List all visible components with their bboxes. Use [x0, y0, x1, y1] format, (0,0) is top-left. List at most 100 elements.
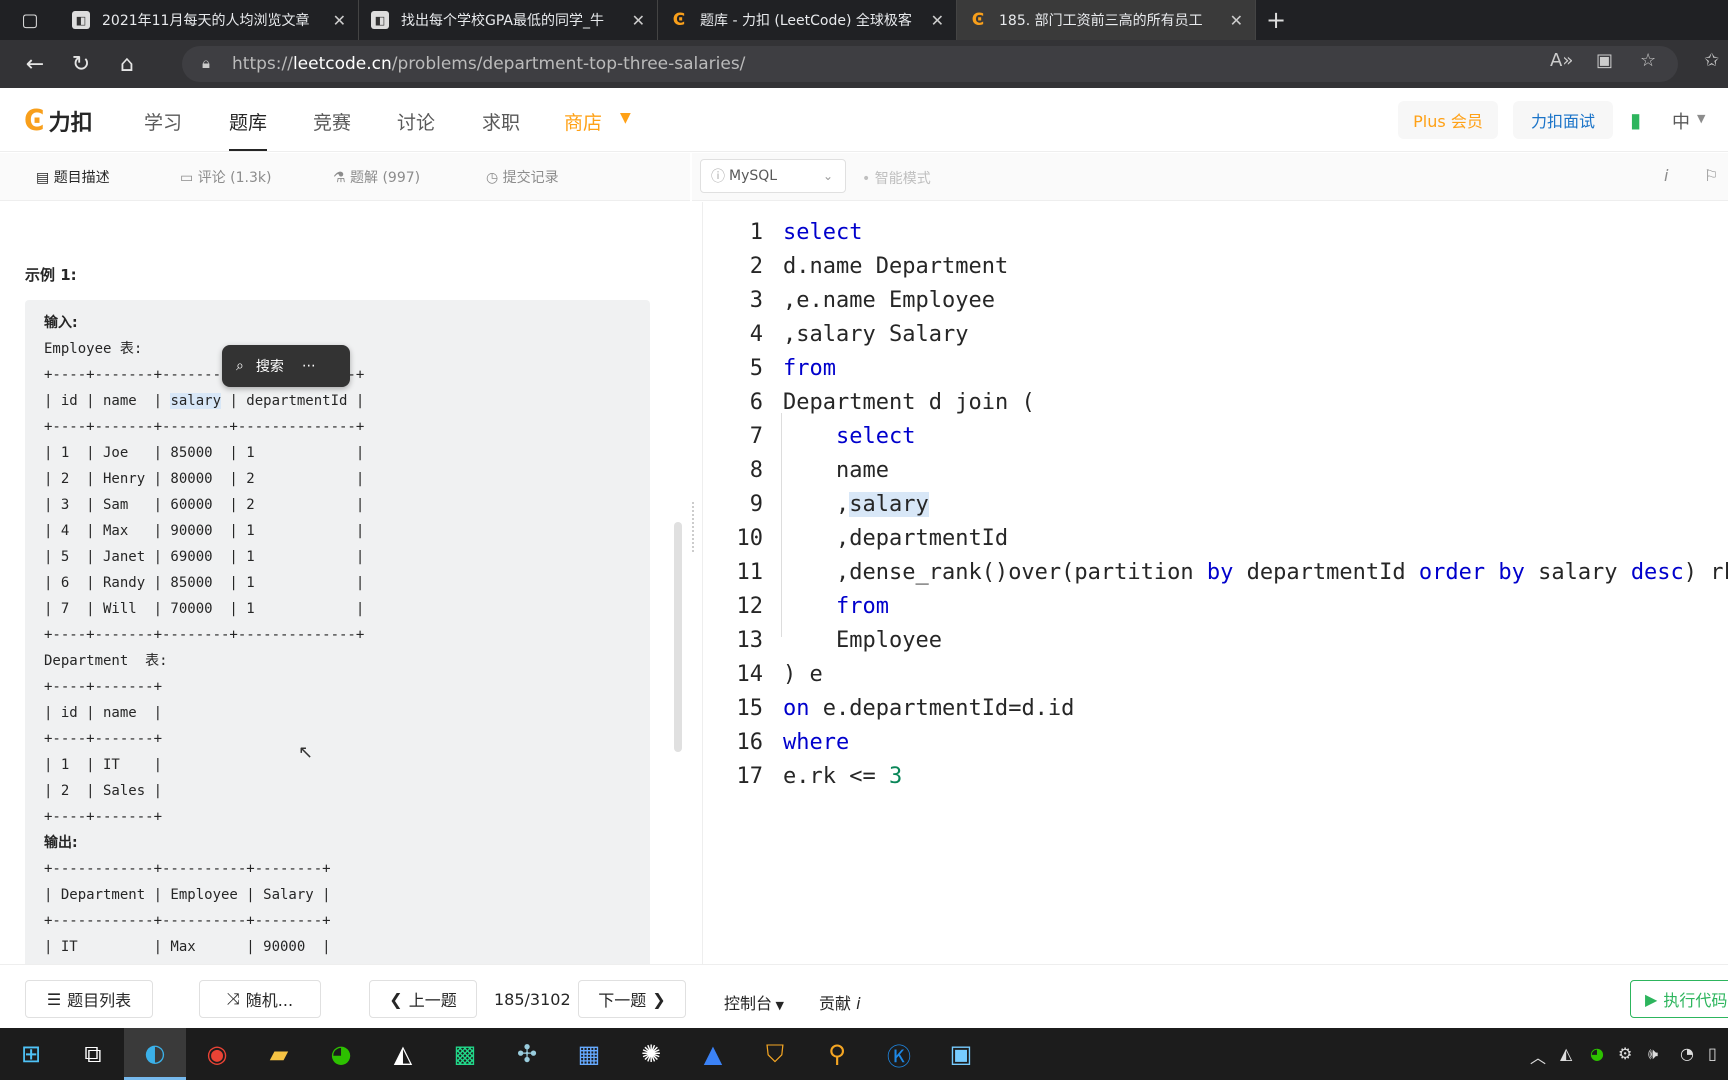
code-line[interactable]: 17 e.rk <= 3 [703, 760, 903, 794]
code-line[interactable]: 10 ,departmentId [703, 522, 1009, 556]
leetcode-logo[interactable]: Ͼ 力扣 [24, 104, 93, 137]
shield-icon[interactable]: ⛉ [744, 1028, 806, 1080]
browser-tab-1[interactable]: ◧ 2021年11月每天的人均浏览文章 ✕ [60, 0, 359, 40]
search-app-icon[interactable]: ⚲ [806, 1028, 868, 1080]
selection-popup[interactable]: ⌕ 搜索 ⋯ [222, 345, 350, 387]
search-icon[interactable]: ⌕ [236, 358, 244, 374]
console-toggle[interactable]: 控制台 ▼ [724, 990, 784, 1014]
run-code-button[interactable]: ▶ 执行代码 [1630, 980, 1728, 1018]
tab-actions-icon[interactable]: ▢ [0, 0, 60, 40]
nav-learn[interactable]: 学习 [144, 108, 182, 135]
split-screen-icon[interactable]: ▣ [1596, 50, 1613, 71]
drag-handle-icon[interactable] [692, 502, 694, 552]
browser-tab-4-active[interactable]: Ͼ 185. 部门工资前三高的所有员工 ✕ [957, 0, 1256, 40]
chrome-icon[interactable]: ◉ [186, 1028, 248, 1080]
tray-app-icon[interactable]: ◭ [1560, 1044, 1572, 1063]
code-line[interactable]: 9 ,salary [703, 488, 929, 522]
problem-list-button[interactable]: ☰ 题目列表 [25, 980, 153, 1018]
code-line[interactable]: 15 on e.departmentId=d.id [703, 692, 1075, 726]
code-line[interactable]: 11 ,dense_rank()over(partition by depart… [703, 556, 1728, 590]
code-line[interactable]: 14) e [703, 658, 823, 692]
code-line[interactable]: 13 Employee [703, 624, 942, 658]
grid-app-icon[interactable]: ▦ [558, 1028, 620, 1080]
next-button[interactable]: 下一题 ❯ [578, 980, 686, 1018]
read-aloud-icon[interactable]: A» [1550, 50, 1573, 71]
close-icon[interactable]: ✕ [632, 11, 645, 30]
nav-problemset[interactable]: 题库 [229, 108, 268, 151]
line-number: 12 [736, 594, 764, 619]
more-icon[interactable]: ⋯ [302, 358, 316, 374]
microphone-icon[interactable]: ▯ [1708, 1044, 1717, 1063]
code-line[interactable]: 1 select [703, 216, 863, 250]
nav-jobs[interactable]: 求职 [482, 108, 520, 135]
caret-down-icon[interactable]: ▼ [1697, 112, 1705, 125]
chevron-up-icon[interactable]: ︿ [1530, 1044, 1546, 1068]
pycharm-icon[interactable]: ▩ [434, 1028, 496, 1080]
browser-tab-2[interactable]: ◧ 找出每个学校GPA最低的同学_牛 ✕ [359, 0, 658, 40]
favorites-icon[interactable]: ✩ [1704, 50, 1719, 71]
nav-store[interactable]: 商店 [564, 108, 602, 135]
close-icon[interactable]: ✕ [1230, 11, 1243, 30]
pane-splitter[interactable] [690, 202, 702, 964]
favorite-add-icon[interactable]: ☆ [1640, 50, 1656, 71]
tab-description[interactable]: ▤ 题目描述 [36, 167, 110, 187]
browser-tab-3[interactable]: Ͼ 题库 - 力扣 (LeetCode) 全球极客 ✕ [658, 0, 957, 40]
back-icon[interactable]: ← [12, 44, 58, 84]
network-icon[interactable]: ◔ [1680, 1044, 1694, 1063]
code-line[interactable]: 8 name [703, 454, 889, 488]
chevron-right-icon: ❯ [652, 989, 666, 1009]
nav-contest[interactable]: 竞赛 [313, 108, 351, 135]
code-editor[interactable]: 1 select 2 d.name Department 3 ,e.name Employ… [702, 202, 1728, 964]
code-line[interactable]: 7 select [703, 420, 916, 454]
app-icon[interactable]: ✺ [620, 1028, 682, 1080]
new-tab-icon[interactable]: + [1256, 0, 1296, 40]
tab-solutions[interactable]: ⚗ 题解 (997) [333, 167, 420, 187]
code-line[interactable]: 4 ,salary Salary [703, 318, 969, 352]
contribute-link[interactable]: 贡献 i [819, 990, 861, 1014]
mountain-app-icon[interactable]: ▲ [682, 1028, 744, 1080]
language-select[interactable]: ⓘ MySQL ⌄ [700, 159, 846, 193]
code-line[interactable]: 6 Department d join ( [703, 386, 1035, 420]
flag-icon[interactable]: ⚐ [1704, 166, 1718, 185]
code-line[interactable]: 2 d.name Department [703, 250, 1008, 284]
search-label[interactable]: 搜索 [256, 356, 284, 376]
interview-button[interactable]: 力扣面试 [1513, 101, 1613, 139]
edge-browser-icon[interactable]: ◐ [124, 1028, 186, 1080]
caret-down-icon[interactable]: ▼ [620, 110, 631, 126]
tableau-icon[interactable]: ✣ [496, 1028, 558, 1080]
info-icon: i [851, 994, 861, 1013]
refresh-icon[interactable]: ↻ [58, 44, 104, 84]
home-icon[interactable]: ⌂ [104, 44, 150, 84]
k-app-icon[interactable]: Ⓚ [868, 1028, 930, 1080]
wechat-icon[interactable]: ◕ [310, 1028, 372, 1080]
nav-discuss[interactable]: 讨论 [397, 108, 435, 135]
code-line[interactable]: 16 where [703, 726, 850, 760]
file-explorer-icon[interactable]: ▰ [248, 1028, 310, 1080]
random-button[interactable]: ⤨ 随机... [199, 980, 321, 1018]
wechat-tray-icon[interactable]: ◕ [1590, 1044, 1604, 1063]
tray-settings-icon[interactable]: ⚙ [1618, 1044, 1632, 1063]
datagrip-icon[interactable]: ▣ [930, 1028, 992, 1080]
code-line[interactable]: 5 from [703, 352, 836, 386]
mobile-app-icon[interactable]: ▮ [1630, 108, 1641, 132]
language-switch[interactable]: 中 [1672, 108, 1690, 134]
plus-member-button[interactable]: Plus 会员 [1398, 101, 1498, 139]
tab-comments[interactable]: ▭ 评论 (1.3k) [180, 167, 271, 187]
windows-start-icon[interactable]: ⊞ [0, 1028, 62, 1080]
code-line[interactable]: 3 ,e.name Employee [703, 284, 995, 318]
close-icon[interactable]: ✕ [333, 11, 346, 30]
mouse-cursor-icon: ↖ [298, 742, 314, 763]
smart-mode-toggle[interactable]: • 智能模式 [862, 168, 931, 188]
task-view-icon[interactable]: ⧉ [62, 1028, 124, 1080]
tab-title: 题库 - 力扣 (LeetCode) 全球极客 [700, 13, 912, 29]
example-line: +----+-------+ [44, 731, 163, 747]
url-field[interactable]: 🔒︎ https://leetcode.cn/problems/departme… [182, 46, 1678, 82]
tab-submissions[interactable]: ◷ 提交记录 [486, 167, 559, 187]
volume-icon[interactable]: 🕪︎ [1648, 1044, 1658, 1064]
scrollbar-thumb[interactable] [674, 522, 682, 752]
code-line[interactable]: 12 from [703, 590, 889, 624]
qq-icon[interactable]: ◭ [372, 1028, 434, 1080]
prev-button[interactable]: ❮ 上一题 [369, 980, 477, 1018]
close-icon[interactable]: ✕ [931, 11, 944, 30]
info-icon[interactable]: i [1664, 166, 1668, 185]
